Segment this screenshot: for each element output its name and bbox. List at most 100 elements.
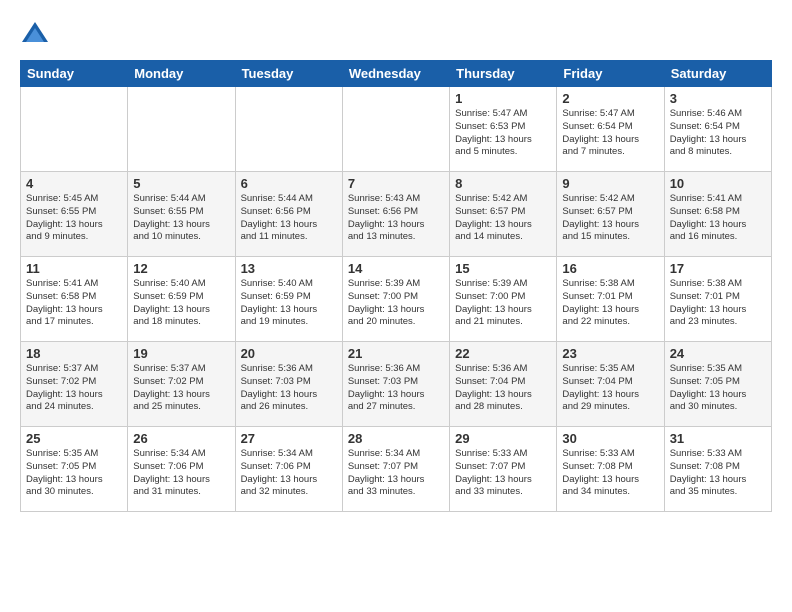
calendar-header-monday: Monday	[128, 61, 235, 87]
day-info: Sunrise: 5:33 AM Sunset: 7:07 PM Dayligh…	[455, 448, 551, 499]
page-header	[20, 20, 772, 50]
calendar-cell: 3 Sunrise: 5:46 AM Sunset: 6:54 PM Daylig…	[664, 87, 771, 172]
calendar-header-saturday: Saturday	[664, 61, 771, 87]
day-number: 12	[133, 261, 229, 276]
calendar-cell: 27 Sunrise: 5:34 AM Sunset: 7:06 PM Dayli…	[235, 427, 342, 512]
calendar-cell: 10 Sunrise: 5:41 AM Sunset: 6:58 PM Dayli…	[664, 172, 771, 257]
day-info: Sunrise: 5:40 AM Sunset: 6:59 PM Dayligh…	[133, 278, 229, 329]
calendar-header-tuesday: Tuesday	[235, 61, 342, 87]
day-number: 4	[26, 176, 122, 191]
day-info: Sunrise: 5:39 AM Sunset: 7:00 PM Dayligh…	[455, 278, 551, 329]
calendar-header-thursday: Thursday	[450, 61, 557, 87]
day-number: 7	[348, 176, 444, 191]
calendar-header-wednesday: Wednesday	[342, 61, 449, 87]
day-number: 16	[562, 261, 658, 276]
calendar-cell: 24Sunrise: 5:35 AM Sunset: 7:05 PM Dayli…	[664, 342, 771, 427]
day-number: 30	[562, 431, 658, 446]
day-info: Sunrise: 5:38 AM Sunset: 7:01 PM Dayligh…	[562, 278, 658, 329]
calendar-cell: 16 Sunrise: 5:38 AM Sunset: 7:01 PM Dayli…	[557, 257, 664, 342]
day-info: Sunrise: 5:38 AM Sunset: 7:01 PM Dayligh…	[670, 278, 766, 329]
calendar-cell: 31Sunrise: 5:33 AM Sunset: 7:08 PM Dayli…	[664, 427, 771, 512]
day-info: Sunrise: 5:34 AM Sunset: 7:06 PM Dayligh…	[133, 448, 229, 499]
calendar-cell: 12 Sunrise: 5:40 AM Sunset: 6:59 PM Dayli…	[128, 257, 235, 342]
calendar-cell: 11 Sunrise: 5:41 AM Sunset: 6:58 PM Dayli…	[21, 257, 128, 342]
calendar-week-row: 25 Sunrise: 5:35 AM Sunset: 7:05 PM Dayli…	[21, 427, 772, 512]
calendar-cell: 28 Sunrise: 5:34 AM Sunset: 7:07 PM Dayli…	[342, 427, 449, 512]
day-number: 27	[241, 431, 337, 446]
day-number: 24	[670, 346, 766, 361]
calendar-cell: 1 Sunrise: 5:47 AM Sunset: 6:53 PM Daylig…	[450, 87, 557, 172]
day-info: Sunrise: 5:35 AM Sunset: 7:04 PM Dayligh…	[562, 363, 658, 414]
calendar-week-row: 18 Sunrise: 5:37 AM Sunset: 7:02 PM Dayli…	[21, 342, 772, 427]
day-info: Sunrise: 5:35 AM Sunset: 7:05 PM Dayligh…	[26, 448, 122, 499]
day-number: 1	[455, 91, 551, 106]
day-info: Sunrise: 5:47 AM Sunset: 6:53 PM Dayligh…	[455, 108, 551, 159]
calendar-cell: 19 Sunrise: 5:37 AM Sunset: 7:02 PM Dayli…	[128, 342, 235, 427]
calendar-week-row: 4Sunrise: 5:45 AM Sunset: 6:55 PM Daylig…	[21, 172, 772, 257]
day-number: 26	[133, 431, 229, 446]
calendar-cell	[21, 87, 128, 172]
day-info: Sunrise: 5:36 AM Sunset: 7:04 PM Dayligh…	[455, 363, 551, 414]
calendar-cell: 21 Sunrise: 5:36 AM Sunset: 7:03 PM Dayli…	[342, 342, 449, 427]
day-info: Sunrise: 5:33 AM Sunset: 7:08 PM Dayligh…	[562, 448, 658, 499]
day-info: Sunrise: 5:47 AM Sunset: 6:54 PM Dayligh…	[562, 108, 658, 159]
day-number: 29	[455, 431, 551, 446]
calendar-cell	[128, 87, 235, 172]
day-number: 25	[26, 431, 122, 446]
day-info: Sunrise: 5:44 AM Sunset: 6:55 PM Dayligh…	[133, 193, 229, 244]
logo	[20, 20, 52, 50]
calendar-cell: 29 Sunrise: 5:33 AM Sunset: 7:07 PM Dayli…	[450, 427, 557, 512]
day-number: 20	[241, 346, 337, 361]
day-number: 15	[455, 261, 551, 276]
calendar-header-sunday: Sunday	[21, 61, 128, 87]
day-number: 6	[241, 176, 337, 191]
calendar-cell: 15 Sunrise: 5:39 AM Sunset: 7:00 PM Dayli…	[450, 257, 557, 342]
day-info: Sunrise: 5:44 AM Sunset: 6:56 PM Dayligh…	[241, 193, 337, 244]
calendar-cell: 18Sunrise: 5:37 AM Sunset: 7:02 PM Dayli…	[21, 342, 128, 427]
calendar-table: SundayMondayTuesdayWednesdayThursdayFrid…	[20, 60, 772, 512]
calendar-cell: 25 Sunrise: 5:35 AM Sunset: 7:05 PM Dayli…	[21, 427, 128, 512]
day-number: 11	[26, 261, 122, 276]
calendar-cell	[235, 87, 342, 172]
calendar-week-row: 11 Sunrise: 5:41 AM Sunset: 6:58 PM Dayli…	[21, 257, 772, 342]
calendar-cell: 23 Sunrise: 5:35 AM Sunset: 7:04 PM Dayli…	[557, 342, 664, 427]
day-info: Sunrise: 5:43 AM Sunset: 6:56 PM Dayligh…	[348, 193, 444, 244]
calendar-cell: 2 Sunrise: 5:47 AM Sunset: 6:54 PM Daylig…	[557, 87, 664, 172]
day-info: Sunrise: 5:34 AM Sunset: 7:06 PM Dayligh…	[241, 448, 337, 499]
calendar-cell: 4Sunrise: 5:45 AM Sunset: 6:55 PM Daylig…	[21, 172, 128, 257]
day-info: Sunrise: 5:40 AM Sunset: 6:59 PM Dayligh…	[241, 278, 337, 329]
day-number: 21	[348, 346, 444, 361]
day-info: Sunrise: 5:39 AM Sunset: 7:00 PM Dayligh…	[348, 278, 444, 329]
day-number: 28	[348, 431, 444, 446]
day-number: 14	[348, 261, 444, 276]
day-number: 3	[670, 91, 766, 106]
calendar-cell: 17 Sunrise: 5:38 AM Sunset: 7:01 PM Dayli…	[664, 257, 771, 342]
day-number: 2	[562, 91, 658, 106]
day-info: Sunrise: 5:36 AM Sunset: 7:03 PM Dayligh…	[241, 363, 337, 414]
calendar-header-friday: Friday	[557, 61, 664, 87]
day-number: 9	[562, 176, 658, 191]
day-info: Sunrise: 5:41 AM Sunset: 6:58 PM Dayligh…	[670, 193, 766, 244]
day-info: Sunrise: 5:46 AM Sunset: 6:54 PM Dayligh…	[670, 108, 766, 159]
calendar-cell: 30 Sunrise: 5:33 AM Sunset: 7:08 PM Dayli…	[557, 427, 664, 512]
calendar-cell: 22Sunrise: 5:36 AM Sunset: 7:04 PM Dayli…	[450, 342, 557, 427]
day-number: 23	[562, 346, 658, 361]
day-number: 18	[26, 346, 122, 361]
day-number: 31	[670, 431, 766, 446]
calendar-cell: 7 Sunrise: 5:43 AM Sunset: 6:56 PM Daylig…	[342, 172, 449, 257]
day-info: Sunrise: 5:34 AM Sunset: 7:07 PM Dayligh…	[348, 448, 444, 499]
calendar-header-row: SundayMondayTuesdayWednesdayThursdayFrid…	[21, 61, 772, 87]
logo-icon	[20, 20, 50, 50]
calendar-cell: 8Sunrise: 5:42 AM Sunset: 6:57 PM Daylig…	[450, 172, 557, 257]
day-info: Sunrise: 5:37 AM Sunset: 7:02 PM Dayligh…	[133, 363, 229, 414]
day-info: Sunrise: 5:36 AM Sunset: 7:03 PM Dayligh…	[348, 363, 444, 414]
day-info: Sunrise: 5:41 AM Sunset: 6:58 PM Dayligh…	[26, 278, 122, 329]
calendar-cell: 9Sunrise: 5:42 AM Sunset: 6:57 PM Daylig…	[557, 172, 664, 257]
day-number: 10	[670, 176, 766, 191]
day-number: 17	[670, 261, 766, 276]
day-number: 13	[241, 261, 337, 276]
calendar-week-row: 1 Sunrise: 5:47 AM Sunset: 6:53 PM Daylig…	[21, 87, 772, 172]
day-number: 19	[133, 346, 229, 361]
calendar-cell: 13 Sunrise: 5:40 AM Sunset: 6:59 PM Dayli…	[235, 257, 342, 342]
calendar-cell: 20 Sunrise: 5:36 AM Sunset: 7:03 PM Dayli…	[235, 342, 342, 427]
